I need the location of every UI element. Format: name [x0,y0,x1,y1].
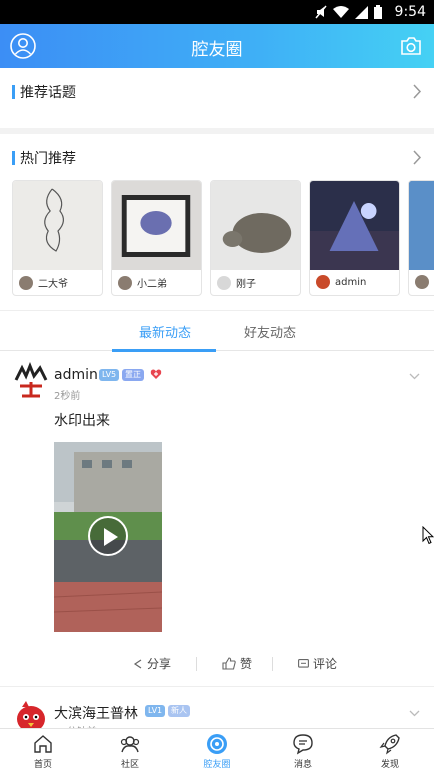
mute-icon [315,5,327,19]
nav-messages[interactable]: 消息 [273,733,333,770]
chevron-right-icon[interactable] [413,150,422,165]
avatar [217,275,231,290]
battery-icon [374,5,382,19]
chevron-right-icon[interactable] [413,84,422,99]
chevron-down-icon[interactable] [409,373,420,380]
play-button[interactable] [88,516,128,556]
card-image [112,181,201,270]
hot-card[interactable]: 刚子 [210,180,301,296]
status-bar: 9:54 [0,0,434,24]
card-author: admin [316,275,366,289]
avatar[interactable] [12,362,50,400]
level-badge: LV1 [145,705,166,717]
status-icons [315,5,382,19]
card-author [415,275,434,289]
message-icon [293,734,313,755]
share-label: 分享 [147,657,172,671]
active-tab-indicator [112,349,216,352]
wifi-icon [333,5,349,18]
recommended-topics-header[interactable]: 推荐话题 [0,68,434,116]
recommended-topics-title: 推荐话题 [20,85,76,101]
post-time: 2秒前 [54,391,81,402]
divider [272,657,273,671]
mouse-cursor-icon [422,526,434,545]
hot-cards-row: 二大爷 小二弟 刚子 admin [12,180,434,298]
section-accent-bar [12,151,15,165]
like-label: 赞 [240,657,253,671]
community-icon [120,736,140,753]
nav-label: 首页 [33,760,52,770]
card-author-name: 刚子 [236,279,256,290]
post-text: 水印出来 [54,413,110,429]
avatar [316,275,330,289]
comment-button[interactable]: 评论 [298,655,337,672]
tab-latest[interactable]: 最新动态 [139,322,191,341]
clock: 9:54 [394,4,426,20]
section-accent-bar [12,85,15,99]
divider [196,657,197,671]
page-title: 腔友圈 [191,40,243,60]
feed-tabs: 最新动态 好友动态 [0,310,434,352]
post-video[interactable] [54,442,162,632]
nav-label: 社区 [120,760,139,770]
thumbs-up-icon [222,657,236,670]
card-author-name: 小二弟 [137,279,167,290]
nav-circle[interactable]: 腔友圈 [187,733,247,770]
hot-card[interactable]: admin [309,180,400,296]
hot-recommend-title: 热门推荐 [20,151,76,167]
avatar [118,275,132,290]
card-author-name: 二大爷 [38,279,68,290]
comment-icon [298,658,309,668]
share-button[interactable]: 分享 [133,655,171,672]
card-author: 二大爷 [19,275,68,290]
card-image [409,181,434,270]
chevron-down-icon[interactable] [409,710,420,717]
avatar [415,275,429,289]
nav-discover[interactable]: 发现 [360,733,420,770]
nav-label: 腔友圈 [203,760,231,770]
card-image [310,181,399,270]
card-image [13,181,102,270]
post-username[interactable]: 大滨海王普林 [54,703,138,723]
comment-label: 评论 [313,657,338,671]
post-divider [0,686,434,687]
nav-label: 发现 [380,760,399,770]
camera-icon[interactable] [400,36,422,56]
card-author-name: admin [335,276,367,288]
hot-card[interactable]: 二大爷 [12,180,103,296]
app-bar: 腔友圈 [0,24,434,68]
home-icon [34,735,52,753]
rocket-icon [379,734,400,755]
nav-home[interactable]: 首页 [13,733,73,770]
role-badge: 新人 [168,705,190,717]
hot-card[interactable] [408,180,434,296]
post-username[interactable]: admin [54,367,98,383]
nav-label: 消息 [293,760,312,770]
tab-friends[interactable]: 好友动态 [244,322,296,341]
post-actions: 分享 赞 评论 [0,652,434,676]
bottom-nav: 首页 社区 腔友圈 消息 发现 [0,728,434,773]
level-badge: LV5 [99,369,120,381]
circle-icon [207,734,227,754]
avatar [19,275,33,290]
nav-community[interactable]: 社区 [100,733,160,770]
heart-icon [150,369,162,379]
share-icon [133,659,142,668]
hot-recommend-header[interactable]: 热门推荐 [0,134,434,182]
signal-icon [355,5,368,19]
card-image [211,181,300,270]
verified-badge: 置正 [122,369,144,381]
card-author: 小二弟 [118,275,167,290]
card-author: 刚子 [217,275,256,290]
hot-card[interactable]: 小二弟 [111,180,202,296]
like-button[interactable]: 赞 [222,655,252,672]
